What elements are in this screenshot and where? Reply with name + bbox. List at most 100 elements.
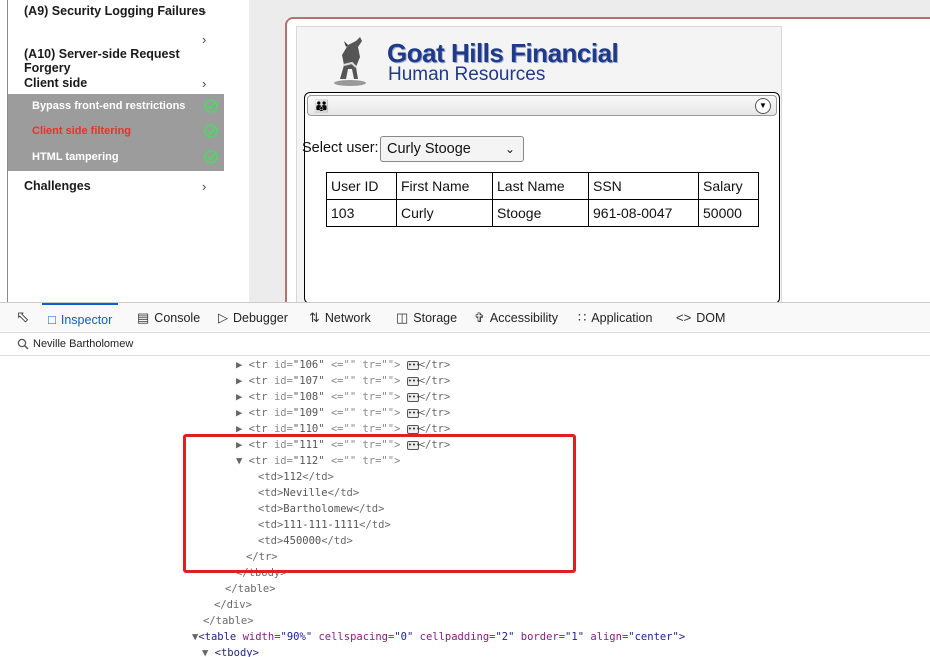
markup-close-tag[interactable]: </table> <box>203 613 254 629</box>
employee-table: User ID First Name Last Name SSN Salary … <box>326 172 759 227</box>
markup-space <box>400 359 406 371</box>
table-header-row: User ID First Name Last Name SSN Salary <box>326 172 759 200</box>
network-icon: ⇅ <box>309 310 320 325</box>
markup-value: "108" <box>292 391 325 403</box>
markup-attr: cellpadding= <box>419 631 496 643</box>
markup-value: "center" <box>628 631 679 643</box>
tab-label: Inspector <box>60 313 113 327</box>
submenu-item-client-side-filtering[interactable]: Client side filtering <box>8 119 224 144</box>
inspector-icon: □ <box>48 312 56 327</box>
markup-tag: </tr> <box>418 391 451 403</box>
sidebar-item-a10[interactable]: (A10) Server-side Request Forgery › <box>8 32 224 75</box>
sidebar-item-a9[interactable]: (A9) Security Logging Failures › <box>8 4 224 19</box>
ellipsis-badge: ••• <box>406 408 421 418</box>
sidebar-item-label: Challenges <box>24 179 91 193</box>
markup-space <box>400 375 406 387</box>
column-header: First Name <box>396 172 493 200</box>
expand-triangle-icon: ▶ <box>236 375 249 387</box>
sidebar-item-challenges[interactable]: Challenges › <box>8 179 224 194</box>
tab-label: Debugger <box>233 311 288 325</box>
table-cell: 50000 <box>698 199 759 227</box>
markup-attr: <="" tr=""> <box>324 391 401 403</box>
markup-tag: <tr <box>248 391 274 403</box>
selected-user: Curly Stooge <box>387 141 471 157</box>
page-gutter <box>249 0 286 302</box>
markup-tbody-node[interactable]: ▼ <tbody> <box>202 645 259 657</box>
sidebar-item-label: Client side <box>24 76 88 90</box>
tab-inspector[interactable]: □ Inspector <box>42 303 119 333</box>
tab-network[interactable]: ⇅ Network <box>309 303 371 333</box>
markup-tr-node[interactable]: ▶ <tr id="108" <="" tr=""> •••</tr> <box>236 389 450 405</box>
search-icon <box>17 338 29 350</box>
chevron-right-icon: › <box>202 4 207 19</box>
markup-tag: </tr> <box>418 407 451 419</box>
ellipsis-badge: ••• <box>406 392 421 402</box>
sidebar-item-label: (A9) Security Logging Failures <box>24 4 206 18</box>
web-page: (A9) Security Logging Failures › (A10) S… <box>0 0 930 317</box>
tab-label: Storage <box>413 311 458 325</box>
table-cell: Curly <box>396 199 493 227</box>
storage-icon: ◫ <box>396 310 409 325</box>
markup-tag: <tr <box>248 375 274 387</box>
tab-label: Accessibility <box>489 311 558 325</box>
submenu-item-label: Client side filtering <box>32 125 132 137</box>
tab-console[interactable]: ▤ Console <box>137 303 200 333</box>
chevron-right-icon: › <box>202 76 207 91</box>
expand-triangle-icon: ▶ <box>236 359 249 371</box>
markup-tr-node[interactable]: ▶ <tr id="107" <="" tr=""> •••</tr> <box>236 373 450 389</box>
search-input[interactable]: Neville Bartholomew <box>33 338 133 350</box>
sidebar-item-client-side[interactable]: Client side › <box>8 76 224 91</box>
submenu-item-bypass[interactable]: Bypass front-end restrictions <box>8 94 224 119</box>
table-row: 103 Curly Stooge 961-08-0047 50000 <box>326 199 759 227</box>
markup-tr-node[interactable]: ▶ <tr id="109" <="" tr=""> •••</tr> <box>236 405 450 421</box>
chevron-right-icon: › <box>202 179 207 194</box>
tab-debugger[interactable]: ▷ Debugger <box>218 303 288 333</box>
check-icon <box>204 99 218 113</box>
element-picker-icon[interactable]: ⬁ <box>16 303 29 333</box>
markup-value: "1" <box>565 631 591 643</box>
markup-close-tag[interactable]: </table> <box>225 581 276 597</box>
markup-attr: <="" tr=""> <box>324 375 401 387</box>
expand-triangle-icon: ▶ <box>236 407 249 419</box>
markup-value: "107" <box>292 375 325 387</box>
markup-tag: </div> <box>214 599 252 611</box>
markup-table-node[interactable]: ▼<table width="90%" cellspacing="0" cell… <box>192 629 685 645</box>
markup-tag: </table> <box>203 615 254 627</box>
markup-attr: id= <box>273 375 293 387</box>
markup-tag: <tr <box>248 407 274 419</box>
markup-tag: </tr> <box>418 375 451 387</box>
markup-tr-node[interactable]: ▶ <tr id="106" <="" tr=""> •••</tr> <box>236 357 450 373</box>
tab-storage[interactable]: ◫ Storage <box>396 303 457 333</box>
accessibility-icon: ✞ <box>474 310 485 325</box>
markup-attr: <="" tr=""> <box>324 407 401 419</box>
submenu: Bypass front-end restrictions Client sid… <box>8 94 224 171</box>
tab-accessibility[interactable]: ✞ Accessibility <box>474 303 558 333</box>
ellipsis-badge: ••• <box>406 376 421 386</box>
chevron-down-icon: ⌄ <box>504 142 515 156</box>
column-header: SSN <box>588 172 699 200</box>
select-user-label: Select user: <box>302 140 379 156</box>
markup-space <box>400 391 406 403</box>
submenu-item-html-tampering[interactable]: HTML tampering <box>8 145 224 170</box>
user-select[interactable]: Curly Stooge ⌄ <box>380 136 524 162</box>
markup-attr: cellspacing= <box>318 631 395 643</box>
tab-dom[interactable]: <> DOM <box>676 303 725 333</box>
ellipsis-badge: ••• <box>406 360 421 370</box>
markup-attr: id= <box>273 359 293 371</box>
markup-value: "90%" <box>280 631 319 643</box>
tab-label: Application <box>591 311 653 325</box>
html-search-bar[interactable]: Neville Bartholomew <box>0 334 930 356</box>
tab-application[interactable]: ∷ Application <box>578 303 652 333</box>
expand-triangle-icon: ▶ <box>236 391 249 403</box>
markup-value: "106" <box>292 359 325 371</box>
markup-value: "0" <box>394 631 420 643</box>
people-icon: 👪 <box>314 99 329 113</box>
markup-attr: border= <box>520 631 566 643</box>
tab-label: Console <box>154 311 201 325</box>
markup-close-tag[interactable]: </div> <box>214 597 252 613</box>
table-cell: 961-08-0047 <box>588 199 699 227</box>
markup-attr: <="" tr=""> <box>324 359 401 371</box>
collapse-button[interactable]: ▼ <box>755 98 771 114</box>
sidebar-item-label: (A10) Server-side Request Forgery <box>24 47 180 75</box>
markup-value: "109" <box>292 407 325 419</box>
